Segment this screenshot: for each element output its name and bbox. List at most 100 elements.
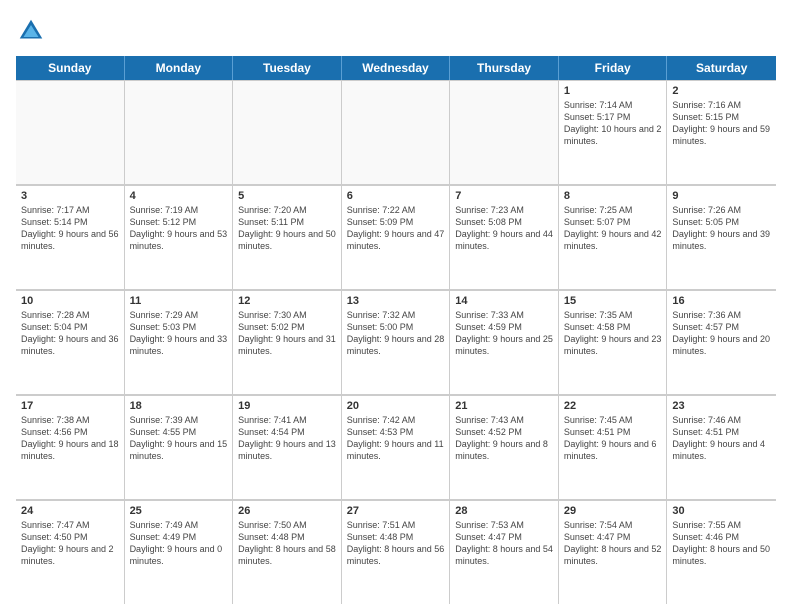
day-number: 25: [130, 505, 228, 517]
day-number: 18: [130, 400, 228, 412]
day-number: 19: [238, 400, 336, 412]
calendar-week-3: 10 Sunrise: 7:28 AM Sunset: 5:04 PM Dayli…: [16, 290, 776, 395]
day-info: Sunrise: 7:29 AM Sunset: 5:03 PM Dayligh…: [130, 309, 228, 358]
day-cell-4: 4 Sunrise: 7:19 AM Sunset: 5:12 PM Daylig…: [125, 186, 234, 289]
day-cell-30: 30Sunrise: 7:55 AM Sunset: 4:46 PM Dayli…: [667, 501, 776, 604]
day-number: 20: [347, 400, 445, 412]
day-number: 15: [564, 295, 662, 307]
day-info: Sunrise: 7:54 AM Sunset: 4:47 PM Dayligh…: [564, 519, 662, 568]
day-number: 8: [564, 190, 662, 202]
day-cell-26: 26 Sunrise: 7:50 AM Sunset: 4:48 PM Dayli…: [233, 501, 342, 604]
day-cell-16: 16 Sunrise: 7:36 AM Sunset: 4:57 PM Dayli…: [667, 291, 776, 394]
day-number: 10: [21, 295, 119, 307]
day-info: Sunrise: 7:25 AM Sunset: 5:07 PM Dayligh…: [564, 204, 662, 253]
header-day-wednesday: Wednesday: [342, 56, 451, 80]
day-number: 9: [672, 190, 771, 202]
day-number: 7: [455, 190, 553, 202]
day-number: 3: [21, 190, 119, 202]
day-info: Sunrise: 7:42 AM Sunset: 4:53 PM Dayligh…: [347, 414, 445, 463]
day-number: 13: [347, 295, 445, 307]
day-info: Sunrise: 7:53 AM Sunset: 4:47 PM Dayligh…: [455, 519, 553, 568]
day-info: Sunrise: 7:39 AM Sunset: 4:55 PM Dayligh…: [130, 414, 228, 463]
day-number: 28: [455, 505, 553, 517]
day-info: Sunrise: 7:55 AM Sunset: 4:46 PM Dayligh…: [672, 519, 771, 568]
day-info: Sunrise: 7:17 AM Sunset: 5:14 PM Dayligh…: [21, 204, 119, 253]
day-info: Sunrise: 7:23 AM Sunset: 5:08 PM Dayligh…: [455, 204, 553, 253]
day-cell-29: 29 Sunrise: 7:54 AM Sunset: 4:47 PM Dayli…: [559, 501, 668, 604]
day-info: Sunrise: 7:30 AM Sunset: 5:02 PM Dayligh…: [238, 309, 336, 358]
day-info: Sunrise: 7:33 AM Sunset: 4:59 PM Dayligh…: [455, 309, 553, 358]
logo-icon: [16, 16, 46, 46]
day-cell-13: 13 Sunrise: 7:32 AM Sunset: 5:00 PM Dayli…: [342, 291, 451, 394]
calendar-body: 1Sunrise: 7:14 AM Sunset: 5:17 PM Daylig…: [16, 80, 776, 604]
header-day-thursday: Thursday: [450, 56, 559, 80]
day-cell-1: 1Sunrise: 7:14 AM Sunset: 5:17 PM Daylig…: [559, 81, 668, 184]
day-info: Sunrise: 7:16 AM Sunset: 5:15 PM Dayligh…: [672, 99, 771, 148]
day-info: Sunrise: 7:43 AM Sunset: 4:52 PM Dayligh…: [455, 414, 553, 463]
day-number: 29: [564, 505, 662, 517]
calendar-week-5: 24Sunrise: 7:47 AM Sunset: 4:50 PM Dayli…: [16, 500, 776, 604]
day-cell-2: 2 Sunrise: 7:16 AM Sunset: 5:15 PM Daylig…: [667, 81, 776, 184]
empty-cell: [450, 81, 559, 184]
day-cell-8: 8 Sunrise: 7:25 AM Sunset: 5:07 PM Daylig…: [559, 186, 668, 289]
day-number: 23: [672, 400, 771, 412]
day-cell-15: 15Sunrise: 7:35 AM Sunset: 4:58 PM Dayli…: [559, 291, 668, 394]
day-info: Sunrise: 7:28 AM Sunset: 5:04 PM Dayligh…: [21, 309, 119, 358]
day-cell-11: 11 Sunrise: 7:29 AM Sunset: 5:03 PM Dayli…: [125, 291, 234, 394]
day-info: Sunrise: 7:51 AM Sunset: 4:48 PM Dayligh…: [347, 519, 445, 568]
day-cell-9: 9 Sunrise: 7:26 AM Sunset: 5:05 PM Daylig…: [667, 186, 776, 289]
page-container: SundayMondayTuesdayWednesdayThursdayFrid…: [0, 0, 792, 612]
day-info: Sunrise: 7:49 AM Sunset: 4:49 PM Dayligh…: [130, 519, 228, 568]
day-info: Sunrise: 7:50 AM Sunset: 4:48 PM Dayligh…: [238, 519, 336, 568]
day-number: 26: [238, 505, 336, 517]
day-info: Sunrise: 7:38 AM Sunset: 4:56 PM Dayligh…: [21, 414, 119, 463]
day-number: 2: [672, 85, 771, 97]
day-info: Sunrise: 7:46 AM Sunset: 4:51 PM Dayligh…: [672, 414, 771, 463]
day-cell-21: 21Sunrise: 7:43 AM Sunset: 4:52 PM Dayli…: [450, 396, 559, 499]
day-info: Sunrise: 7:41 AM Sunset: 4:54 PM Dayligh…: [238, 414, 336, 463]
empty-cell: [233, 81, 342, 184]
day-cell-12: 12 Sunrise: 7:30 AM Sunset: 5:02 PM Dayli…: [233, 291, 342, 394]
day-info: Sunrise: 7:19 AM Sunset: 5:12 PM Dayligh…: [130, 204, 228, 253]
day-number: 17: [21, 400, 119, 412]
page-header: [16, 16, 776, 46]
day-info: Sunrise: 7:22 AM Sunset: 5:09 PM Dayligh…: [347, 204, 445, 253]
empty-cell: [342, 81, 451, 184]
day-info: Sunrise: 7:26 AM Sunset: 5:05 PM Dayligh…: [672, 204, 771, 253]
day-cell-7: 7 Sunrise: 7:23 AM Sunset: 5:08 PM Daylig…: [450, 186, 559, 289]
day-number: 5: [238, 190, 336, 202]
header-day-monday: Monday: [125, 56, 234, 80]
day-cell-25: 25 Sunrise: 7:49 AM Sunset: 4:49 PM Dayli…: [125, 501, 234, 604]
day-cell-14: 14 Sunrise: 7:33 AM Sunset: 4:59 PM Dayli…: [450, 291, 559, 394]
day-info: Sunrise: 7:47 AM Sunset: 4:50 PM Dayligh…: [21, 519, 119, 568]
day-number: 22: [564, 400, 662, 412]
day-cell-10: 10 Sunrise: 7:28 AM Sunset: 5:04 PM Dayli…: [16, 291, 125, 394]
header-day-tuesday: Tuesday: [233, 56, 342, 80]
day-cell-19: 19 Sunrise: 7:41 AM Sunset: 4:54 PM Dayli…: [233, 396, 342, 499]
calendar-header: SundayMondayTuesdayWednesdayThursdayFrid…: [16, 56, 776, 80]
day-number: 12: [238, 295, 336, 307]
empty-cell: [125, 81, 234, 184]
header-day-saturday: Saturday: [667, 56, 776, 80]
day-cell-18: 18 Sunrise: 7:39 AM Sunset: 4:55 PM Dayli…: [125, 396, 234, 499]
day-number: 16: [672, 295, 771, 307]
day-number: 14: [455, 295, 553, 307]
calendar-week-4: 17 Sunrise: 7:38 AM Sunset: 4:56 PM Dayli…: [16, 395, 776, 500]
day-cell-17: 17 Sunrise: 7:38 AM Sunset: 4:56 PM Dayli…: [16, 396, 125, 499]
day-info: Sunrise: 7:45 AM Sunset: 4:51 PM Dayligh…: [564, 414, 662, 463]
day-cell-20: 20 Sunrise: 7:42 AM Sunset: 4:53 PM Dayli…: [342, 396, 451, 499]
day-cell-23: 23 Sunrise: 7:46 AM Sunset: 4:51 PM Dayli…: [667, 396, 776, 499]
calendar-week-1: 1Sunrise: 7:14 AM Sunset: 5:17 PM Daylig…: [16, 80, 776, 185]
day-number: 6: [347, 190, 445, 202]
day-cell-6: 6 Sunrise: 7:22 AM Sunset: 5:09 PM Daylig…: [342, 186, 451, 289]
day-cell-3: 3 Sunrise: 7:17 AM Sunset: 5:14 PM Daylig…: [16, 186, 125, 289]
day-number: 1: [564, 85, 662, 97]
day-number: 4: [130, 190, 228, 202]
day-cell-5: 5 Sunrise: 7:20 AM Sunset: 5:11 PM Daylig…: [233, 186, 342, 289]
calendar: SundayMondayTuesdayWednesdayThursdayFrid…: [16, 56, 776, 604]
day-info: Sunrise: 7:32 AM Sunset: 5:00 PM Dayligh…: [347, 309, 445, 358]
day-info: Sunrise: 7:36 AM Sunset: 4:57 PM Dayligh…: [672, 309, 771, 358]
day-info: Sunrise: 7:20 AM Sunset: 5:11 PM Dayligh…: [238, 204, 336, 253]
day-cell-24: 24Sunrise: 7:47 AM Sunset: 4:50 PM Dayli…: [16, 501, 125, 604]
day-number: 11: [130, 295, 228, 307]
